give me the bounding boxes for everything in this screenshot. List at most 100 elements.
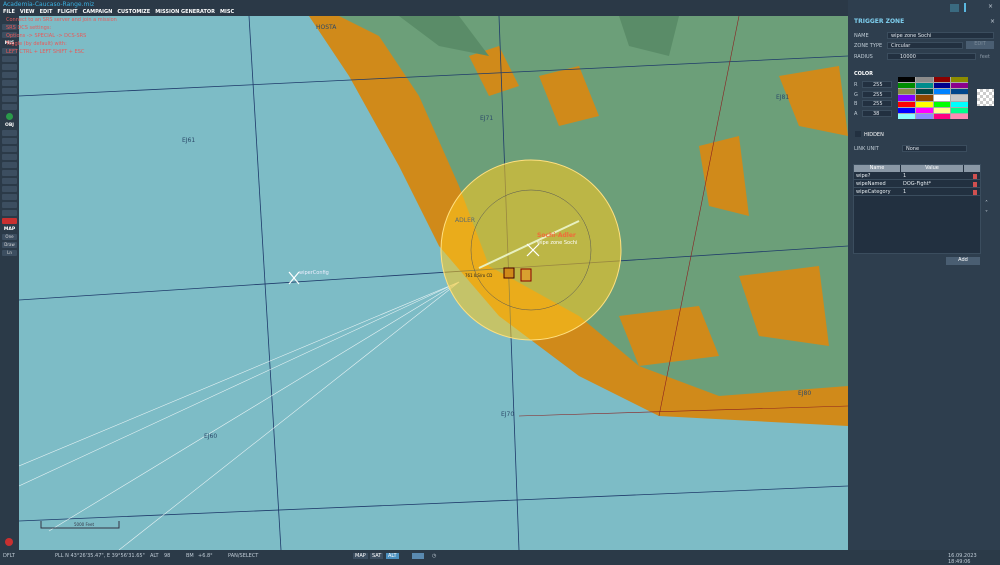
menu-misc[interactable]: MISC [220,9,234,15]
color-swatch[interactable] [951,89,968,95]
channel-input[interactable]: 255 [862,81,892,88]
delete-icon[interactable] [973,174,977,179]
color-swatch[interactable] [933,89,951,95]
color-swatch[interactable] [898,89,915,95]
link-unit-label: LINK UNIT [854,146,879,152]
color-swatch[interactable] [933,95,951,101]
color-swatch[interactable] [951,83,968,89]
zone-type-dropdown[interactable]: Circular [887,42,963,49]
vehicle-button[interactable] [2,154,17,160]
static-button[interactable] [2,170,17,176]
row-value[interactable]: DOG-Fight* [903,181,931,188]
menu-campaign[interactable]: CAMPAIGN [83,9,113,15]
tool-button[interactable] [2,104,17,110]
zone-label[interactable]: wipe zone Sochi [537,240,577,246]
color-swatch[interactable] [933,77,951,83]
mode-dropdown[interactable]: DFLT [3,553,15,559]
row-value[interactable]: 1 [903,189,906,196]
color-swatch[interactable] [951,95,968,101]
color-swatch[interactable] [915,107,933,113]
map-tool-button[interactable]: Ln [2,250,17,256]
template-button[interactable] [2,210,17,216]
color-swatch[interactable] [933,101,951,107]
delete-button[interactable] [2,218,17,224]
layers-button[interactable] [412,553,424,559]
template-button[interactable] [2,202,17,208]
tool-button[interactable] [2,80,17,86]
row-name[interactable]: wipe? [856,173,870,180]
zone-label[interactable]: wiperConfig [299,270,329,276]
map-mode-button[interactable]: MAP [353,553,368,559]
menu-view[interactable]: VIEW [20,9,35,15]
color-swatch[interactable] [915,89,933,95]
row-value[interactable]: 1 [903,173,906,180]
channel-input[interactable]: 38 [862,109,892,117]
alt-mode-button[interactable]: ALT [386,553,399,559]
menu-flight[interactable]: FLIGHT [57,9,77,15]
color-swatch[interactable] [915,101,933,107]
color-swatch[interactable] [898,77,915,83]
delete-icon[interactable] [973,190,977,195]
stop-icon[interactable] [5,538,13,546]
add-button[interactable]: Add [946,257,980,265]
waypoint-button[interactable] [2,178,17,184]
zone-button[interactable] [2,186,17,192]
tool-button[interactable] [2,56,17,62]
channel-input[interactable]: 255 [862,100,892,107]
name-input[interactable]: wipe zone Sochi [887,32,994,39]
row-name[interactable]: wipeCategory [856,189,891,196]
color-swatch[interactable] [915,83,933,89]
plane-button[interactable] [2,130,17,136]
color-swatch[interactable] [898,113,915,119]
move-up-icon[interactable]: ˄ [985,200,988,207]
row-name[interactable]: wipeNamed [856,181,886,188]
static-button[interactable] [2,162,17,168]
color-swatch[interactable] [898,95,915,101]
ship-button[interactable] [2,146,17,152]
edit-button[interactable]: EDIT [966,41,994,49]
color-swatch[interactable] [915,113,933,119]
tool-button[interactable] [2,64,17,70]
zone-button[interactable] [2,194,17,200]
color-swatch[interactable] [951,107,968,113]
color-swatch[interactable] [915,77,933,83]
globe-icon[interactable] [6,113,13,120]
tower-icon[interactable] [964,3,966,12]
menu-mission-generator[interactable]: MISSION GENERATOR [155,9,215,15]
move-down-icon[interactable]: ˅ [985,210,988,217]
menu-edit[interactable]: EDIT [40,9,53,15]
color-swatch[interactable] [933,83,951,89]
table-row[interactable]: wipe? 1 [854,173,980,180]
color-swatch[interactable] [951,101,968,107]
draw-button[interactable]: Draw [2,242,17,248]
map-tool-button[interactable]: One [2,234,17,240]
radius-input[interactable]: 10000 [887,53,976,60]
menu-customize[interactable]: CUSTOMIZE [117,9,150,15]
map-view[interactable]: HOSTA EJ61 EJ71 EJ81 EJ60 EJ70 EJ80 ADLE… [19,16,848,550]
color-swatch[interactable] [915,95,933,101]
color-swatch[interactable] [933,113,951,119]
tool-button[interactable] [2,96,17,102]
tool-button[interactable] [2,72,17,78]
helicopter-button[interactable] [2,138,17,144]
channel-input[interactable]: 255 [862,90,892,98]
color-swatch[interactable] [951,113,968,119]
wifi-icon[interactable] [950,4,959,12]
color-swatch[interactable] [898,83,915,89]
table-row[interactable]: wipeNamed DOG-Fight* [854,181,980,188]
color-swatch[interactable] [898,101,915,107]
sat-mode-button[interactable]: SAT [370,553,384,559]
close-icon[interactable]: × [990,18,995,25]
hidden-checkbox[interactable] [855,131,861,137]
table-row[interactable]: wipeCategory 1 [854,189,980,196]
tool-button[interactable] [2,88,17,94]
color-swatch[interactable] [933,107,951,113]
color-swatch[interactable] [951,77,968,83]
link-unit-dropdown[interactable]: None [902,145,967,152]
close-icon[interactable]: × [988,3,993,10]
menu-file[interactable]: FILE [3,9,15,15]
delete-icon[interactable] [973,182,977,187]
airport-label[interactable]: Sochi-Adler [537,232,576,239]
color-swatch[interactable] [898,107,915,113]
clock-icon[interactable]: ◷ [432,553,436,559]
